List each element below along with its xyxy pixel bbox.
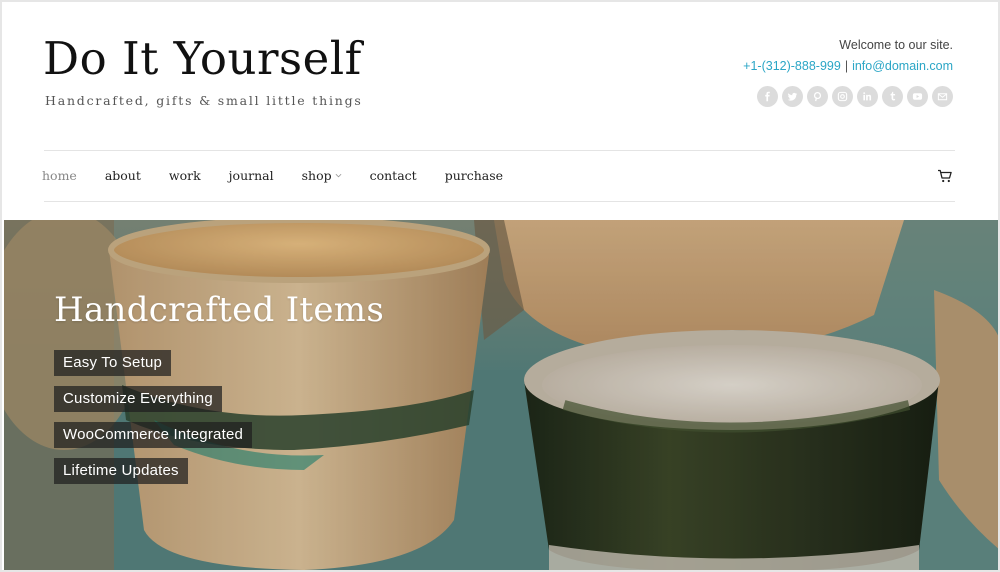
facebook-icon[interactable] — [757, 86, 778, 107]
feature-badge: WooCommerce Integrated — [54, 422, 253, 448]
nav-item-work[interactable]: work — [169, 168, 201, 183]
youtube-icon[interactable] — [907, 86, 928, 107]
cart-icon[interactable] — [937, 168, 953, 184]
social-icons — [757, 86, 953, 107]
nav-item-journal[interactable]: journal — [229, 168, 274, 183]
site-tagline: Handcrafted, gifts & small little things — [45, 93, 363, 108]
hero-title: Handcrafted Items — [54, 290, 385, 330]
main-nav: home about work journal shop contact pur… — [42, 168, 531, 183]
contact-separator: | — [844, 59, 849, 73]
site-title[interactable]: Do It Yourself — [43, 32, 362, 85]
feature-badge: Lifetime Updates — [54, 458, 188, 484]
pinterest-icon[interactable] — [807, 86, 828, 107]
nav-item-shop-label: shop — [301, 168, 332, 183]
hero-banner: Handcrafted Items Easy To Setup Customiz… — [4, 220, 998, 570]
phone-link[interactable]: +1-(312)-888-999 — [743, 59, 841, 73]
nav-item-purchase[interactable]: purchase — [445, 168, 503, 183]
nav-bottom-divider — [44, 201, 955, 202]
nav-item-shop[interactable]: shop — [302, 168, 342, 183]
feature-badge: Customize Everything — [54, 386, 222, 412]
page-frame: Do It Yourself Handcrafted, gifts & smal… — [0, 0, 1000, 572]
email-link[interactable]: info@domain.com — [852, 59, 953, 73]
tumblr-icon[interactable] — [882, 86, 903, 107]
nav-item-contact[interactable]: contact — [370, 168, 417, 183]
welcome-text: Welcome to our site. — [839, 38, 953, 52]
feature-badge: Easy To Setup — [54, 350, 172, 376]
nav-top-divider — [44, 150, 955, 151]
instagram-icon[interactable] — [832, 86, 853, 107]
contact-line: +1-(312)-888-999 | info@domain.com — [743, 59, 953, 73]
nav-item-about[interactable]: about — [105, 168, 141, 183]
linkedin-icon[interactable] — [857, 86, 878, 107]
nav-item-home[interactable]: home — [42, 168, 77, 183]
chevron-down-icon — [335, 173, 342, 178]
email-icon[interactable] — [932, 86, 953, 107]
twitter-icon[interactable] — [782, 86, 803, 107]
